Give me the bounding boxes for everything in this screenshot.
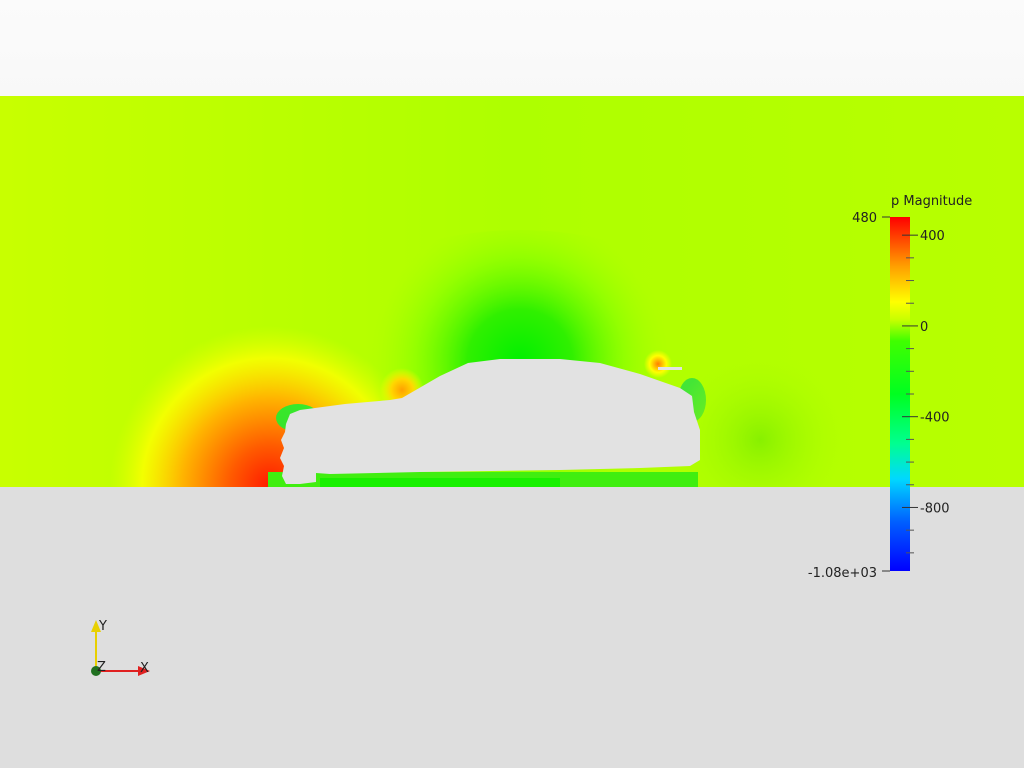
colorbar-title: p Magnitude (891, 194, 972, 209)
colorbar-tick-label-0: 400 (920, 229, 945, 244)
colorbar-tick-label-3: -800 (920, 501, 950, 516)
y-axis-label: Y (98, 619, 107, 634)
z-axis-label: Z (97, 660, 106, 675)
underbody-flow-strip (320, 478, 560, 487)
colorbar-max-label: 480 (852, 211, 877, 226)
wake-region (680, 360, 880, 487)
render-viewport[interactable]: p Magnitude 480 -1.08e+03 400 0 -400 -800 X… (0, 0, 1024, 768)
x-axis-label: X (140, 661, 149, 676)
colorbar-tick-label-1: 0 (920, 320, 928, 335)
colorbar-tick-label-2: -400 (920, 411, 950, 426)
colorbar-min-label: -1.08e+03 (808, 566, 877, 581)
car-mirror (658, 367, 682, 370)
ground-plane (0, 487, 1024, 768)
render-canvas[interactable]: p Magnitude 480 -1.08e+03 400 0 -400 -800 X… (0, 0, 1024, 768)
